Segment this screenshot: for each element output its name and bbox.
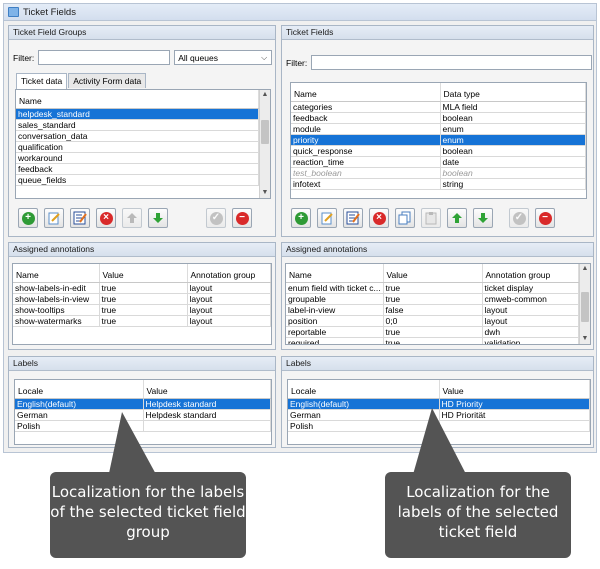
callout-right-text: Localization for the labels of the selec…: [397, 483, 559, 541]
callout-left: Localization for the labels of the selec…: [50, 472, 246, 558]
callout-right: Localization for the labels of the selec…: [385, 472, 571, 558]
callout-left-text: Localization for the labels of the selec…: [50, 483, 246, 541]
